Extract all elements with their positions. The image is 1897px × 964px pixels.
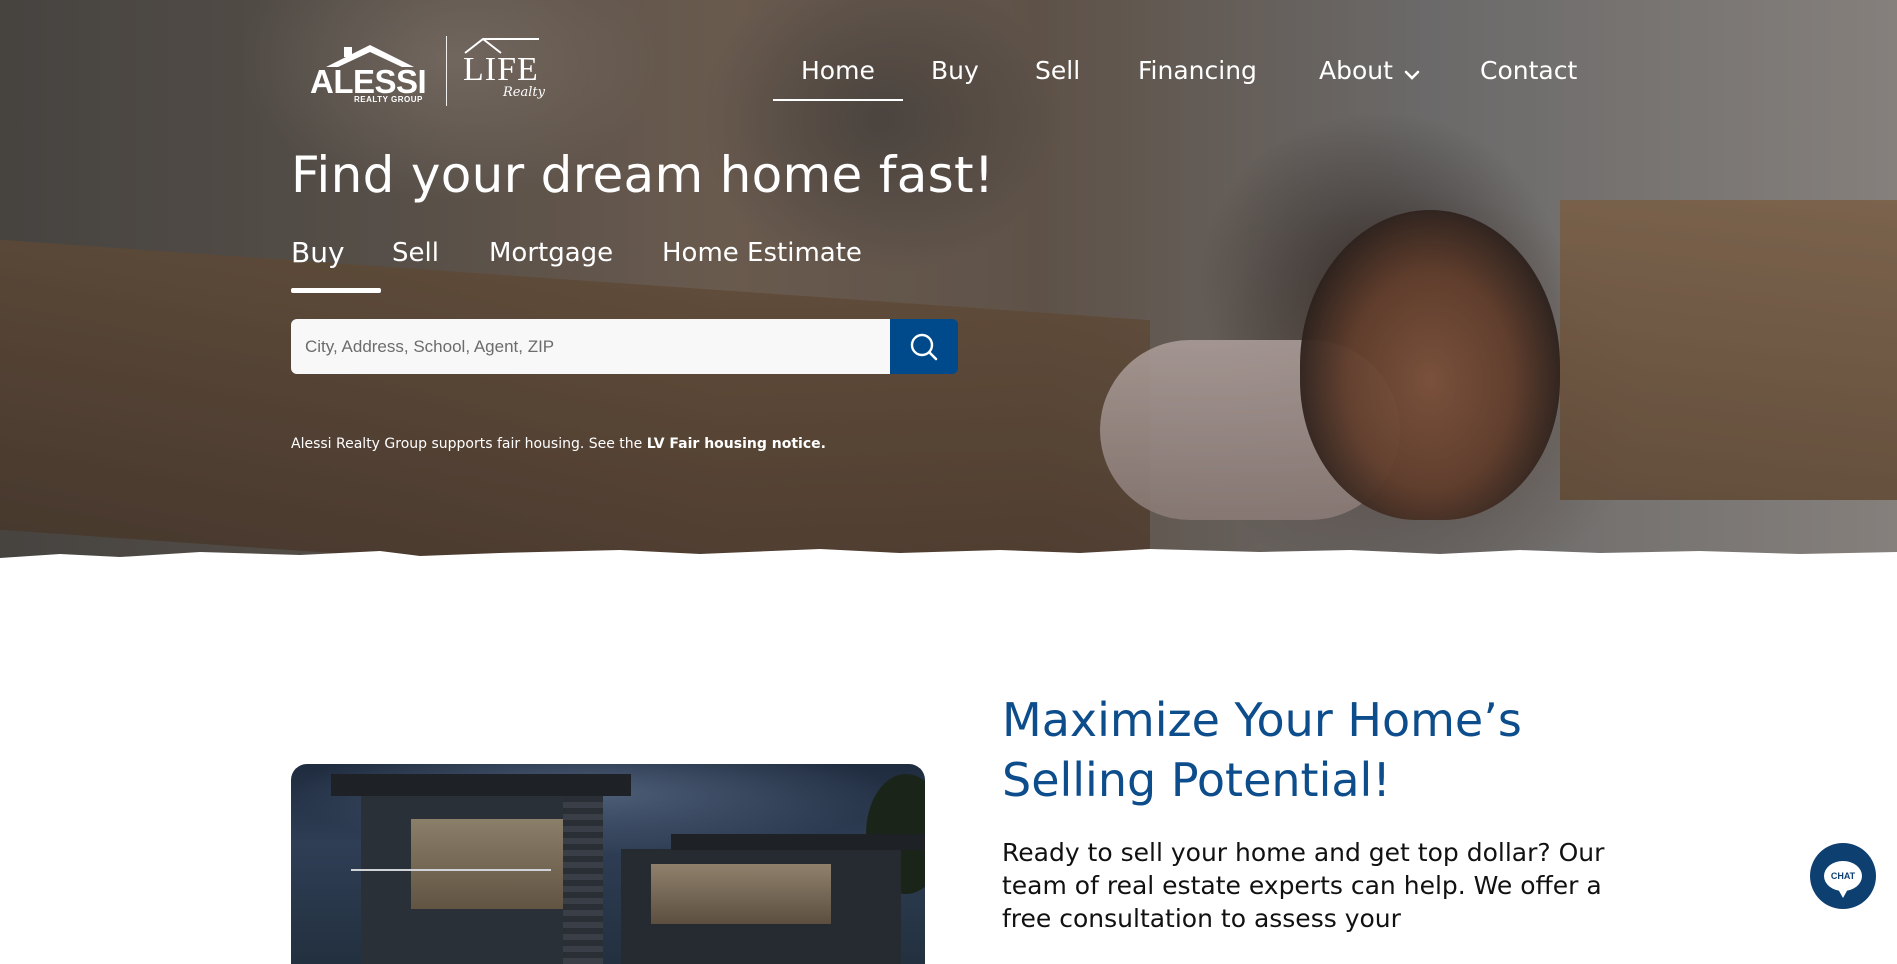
nav-buy[interactable]: Buy	[931, 56, 979, 85]
alessi-logo: ALESSI REALTY GROUP	[310, 37, 427, 105]
chat-bubble-icon: CHAT	[1824, 861, 1862, 898]
chat-label: CHAT	[1830, 871, 1856, 881]
nav-contact[interactable]: Contact	[1480, 56, 1577, 85]
tab-buy[interactable]: Buy	[291, 236, 345, 269]
nav-financing[interactable]: Financing	[1138, 56, 1257, 85]
search-button[interactable]	[890, 319, 958, 374]
fair-housing-link[interactable]: LV Fair housing notice.	[647, 436, 826, 452]
torn-paper-divider	[0, 549, 1897, 580]
active-tab-indicator	[291, 288, 381, 293]
life-realty-logo: LIFE Realty	[463, 37, 545, 105]
site-logo[interactable]: ALESSI REALTY GROUP LIFE Realty	[310, 36, 545, 106]
hero-title: Find your dream home fast!	[291, 146, 995, 204]
logo-partner-text: LIFE	[463, 51, 539, 88]
hero-overlay	[0, 0, 1897, 570]
chevron-down-icon[interactable]	[1404, 69, 1420, 81]
logo-divider	[446, 36, 447, 106]
nav-sell[interactable]: Sell	[1035, 56, 1080, 85]
tab-sell[interactable]: Sell	[392, 238, 439, 268]
promo-body: Ready to sell your home and get top doll…	[1002, 838, 1605, 933]
nav-about[interactable]: About	[1319, 56, 1420, 85]
nav-home[interactable]: Home	[773, 56, 903, 101]
search-input[interactable]	[291, 319, 890, 374]
logo-partner-script: Realty	[503, 85, 545, 100]
hero-banner: ALESSI REALTY GROUP LIFE Realty Home Buy…	[0, 0, 1897, 570]
fair-housing-text: Alessi Realty Group supports fair housin…	[291, 436, 647, 452]
chat-button[interactable]: CHAT	[1810, 843, 1876, 909]
tab-home-estimate[interactable]: Home Estimate	[662, 238, 862, 268]
tab-mortgage[interactable]: Mortgage	[489, 238, 613, 268]
logo-brand-subtext: REALTY GROUP	[354, 95, 423, 104]
search-icon	[910, 333, 938, 360]
nav-about-label[interactable]: About	[1319, 56, 1393, 85]
promo-heading: Maximize Your Home’s Selling Potential!	[1002, 693, 1522, 807]
fair-housing-notice: Alessi Realty Group supports fair housin…	[291, 436, 826, 452]
modern-house-image	[291, 764, 925, 964]
property-search	[291, 319, 958, 374]
